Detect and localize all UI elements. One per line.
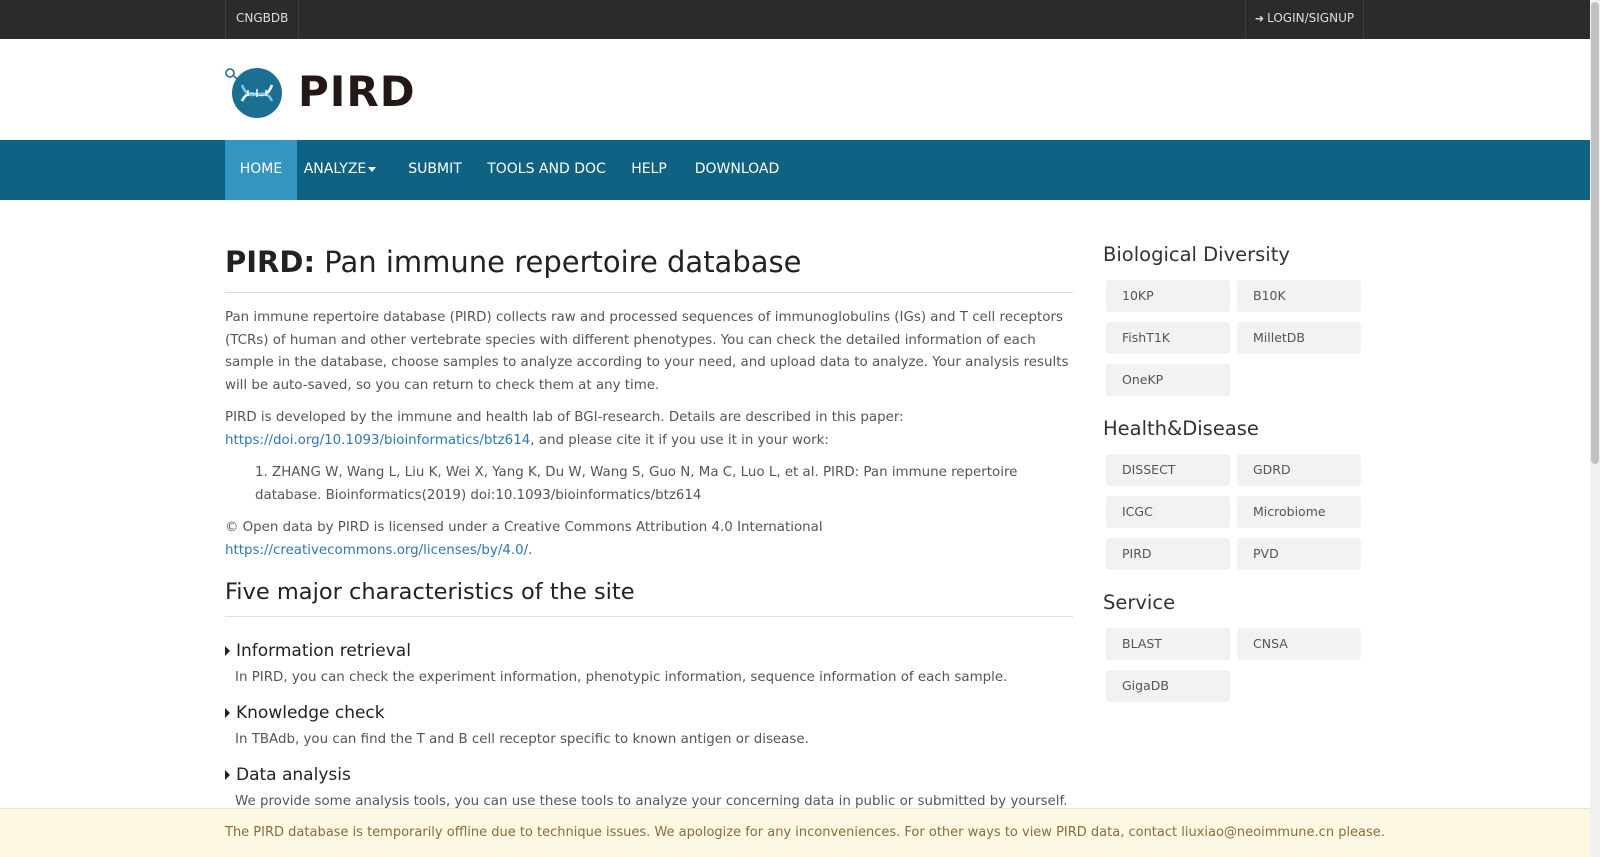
caret-right-icon [225,770,230,780]
caret-down-icon [368,166,377,172]
top-bar: CNGBDB ➜ LOGIN/SIGNUP [0,0,1590,39]
cngbdb-link[interactable]: CNGBDB [225,0,300,39]
license-link[interactable]: https://creativecommons.org/licenses/by/… [225,543,528,558]
sidebar: Biological Diversity 10KP B10K FishT1K M… [1103,240,1365,720]
sidebar-group-biological-diversity: 10KP B10K FishT1K MilletDB OneKP [1103,280,1365,396]
sidebar-link-pvd[interactable]: PVD [1237,538,1361,570]
cite-text: , and please cite it if you use it in yo… [530,432,829,448]
page-title: PIRD: Pan immune repertoire database [225,240,1073,293]
sidebar-heading-service: Service [1103,591,1176,614]
pird-logo[interactable]: PIRD [224,63,416,119]
sidebar-link-icgc[interactable]: ICGC [1106,496,1230,528]
header: PIRD [0,39,1590,140]
login-signup-button[interactable]: ➜ LOGIN/SIGNUP [1245,0,1364,39]
feature-description: In TBAdb, you can find the T and B cell … [235,732,809,747]
sidebar-link-b10k[interactable]: B10K [1237,280,1361,312]
feature-item: Information retrieval In PIRD, you can c… [225,639,1073,689]
nav-analyze[interactable]: ANALYZE [297,140,383,200]
license-paragraph: © Open data by PIRD is licensed under a … [225,517,1073,562]
nav-download[interactable]: DOWNLOAD [686,140,788,200]
sidebar-link-fisht1k[interactable]: FishT1K [1106,322,1230,354]
nav-submit[interactable]: SUBMIT [395,140,475,200]
sign-in-icon: ➜ [1254,12,1265,25]
feature-item: Data analysis We provide some analysis t… [225,763,1073,813]
sidebar-link-dissect[interactable]: DISSECT [1106,454,1230,486]
sidebar-link-blast[interactable]: BLAST [1106,628,1230,660]
dna-logo-icon [224,63,286,119]
nav-tools-and-doc[interactable]: TOOLS AND DOC [480,140,613,200]
caret-right-icon [225,708,230,718]
feature-title-label: Information retrieval [236,641,411,661]
sidebar-link-10kp[interactable]: 10KP [1106,280,1230,312]
main-content: PIRD: Pan immune repertoire database Pan… [225,240,1073,813]
sidebar-link-onekp[interactable]: OneKP [1106,364,1230,396]
intro-paragraph: Pan immune repertoire database (PIRD) co… [225,310,1069,393]
scrollbar-thumb[interactable] [1591,2,1599,464]
feature-title[interactable]: Information retrieval [225,639,1073,663]
reference-item: 1. ZHANG W, Wang L, Liu K, Wei X, Yang K… [255,465,1018,503]
feature-title[interactable]: Data analysis [225,763,1073,787]
developer-text: PIRD is developed by the immune and heal… [225,410,904,425]
feature-title[interactable]: Knowledge check [225,701,1073,725]
license-text: © Open data by PIRD is licensed under a … [225,520,823,535]
caret-right-icon [225,646,230,656]
page-title-bold: PIRD: [225,245,316,279]
alert-text: The PIRD database is temporarily offline… [225,825,1385,840]
page-title-rest: Pan immune repertoire database [315,245,802,279]
sidebar-link-gdrd[interactable]: GDRD [1237,454,1361,486]
feature-description: In PIRD, you can check the experiment in… [235,670,1008,685]
feature-item: Knowledge check In TBAdb, you can find t… [225,701,1073,751]
sidebar-heading-health-disease: Health&Disease [1103,417,1259,440]
sidebar-group-health-disease: DISSECT GDRD ICGC Microbiome PIRD PVD [1103,454,1365,570]
nav-analyze-label: ANALYZE [303,161,367,177]
developer-paragraph: PIRD is developed by the immune and heal… [225,407,1073,452]
nav-home[interactable]: HOME [225,140,297,200]
sidebar-group-service: BLAST CNSA GigaDB [1103,628,1365,702]
main-nav: HOME ANALYZE SUBMIT TOOLS AND DOC HELP D… [0,140,1590,200]
feature-title-label: Data analysis [236,765,351,785]
nav-help[interactable]: HELP [624,140,674,200]
page-scrollbar[interactable] [1590,0,1600,857]
logo-wordmark: PIRD [298,66,416,116]
login-signup-label: LOGIN/SIGNUP [1267,11,1355,25]
section-title: Five major characteristics of the site [225,576,1073,617]
sidebar-link-microbiome[interactable]: Microbiome [1237,496,1361,528]
sidebar-link-cnsa[interactable]: CNSA [1237,628,1361,660]
sidebar-link-pird[interactable]: PIRD [1106,538,1230,570]
doi-link[interactable]: https://doi.org/10.1093/bioinformatics/b… [225,433,530,448]
feature-title-label: Knowledge check [236,703,385,723]
offline-alert: The PIRD database is temporarily offline… [0,808,1590,857]
license-suffix: . [528,542,533,558]
sidebar-link-gigadb[interactable]: GigaDB [1106,670,1230,702]
sidebar-link-milletdb[interactable]: MilletDB [1237,322,1361,354]
sidebar-heading-biological-diversity: Biological Diversity [1103,243,1290,266]
